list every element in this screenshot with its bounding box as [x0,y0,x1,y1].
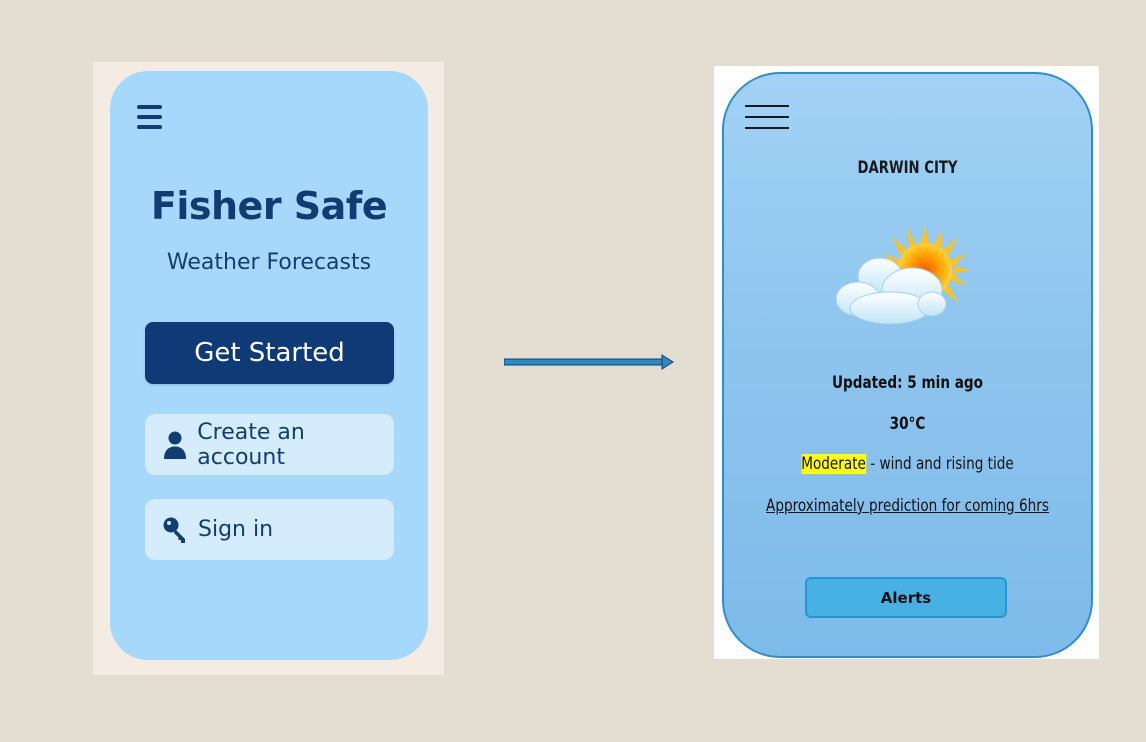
sign-in-label: Sign in [198,517,274,542]
get-started-button[interactable]: Get Started [145,322,394,384]
menu-icon[interactable] [745,105,789,129]
city-name: DARWIN CITY [857,158,958,178]
user-icon [162,430,187,460]
condition-text: Moderate - wind and rising tide [759,454,1056,474]
app-subtitle: Weather Forecasts [166,250,372,275]
create-account-label: Create an account [197,419,305,470]
app-title: Fisher Safe [150,184,388,228]
prediction-link[interactable]: Approximately prediction for coming 6hrs [759,496,1056,516]
sign-in-button[interactable]: Sign in [145,499,394,560]
condition-severity: Moderate [801,454,866,474]
updated-time: Updated: 5 min ago [831,373,984,393]
key-icon [162,515,188,545]
create-account-button[interactable]: Create an account [145,414,394,475]
flow-arrow-icon [504,354,674,370]
menu-icon[interactable] [137,105,162,129]
temperature: 30°C [889,414,926,434]
condition-detail: - wind and rising tide [865,454,1014,474]
alerts-button[interactable]: Alerts [805,577,1007,618]
partly-sunny-icon [835,226,971,325]
